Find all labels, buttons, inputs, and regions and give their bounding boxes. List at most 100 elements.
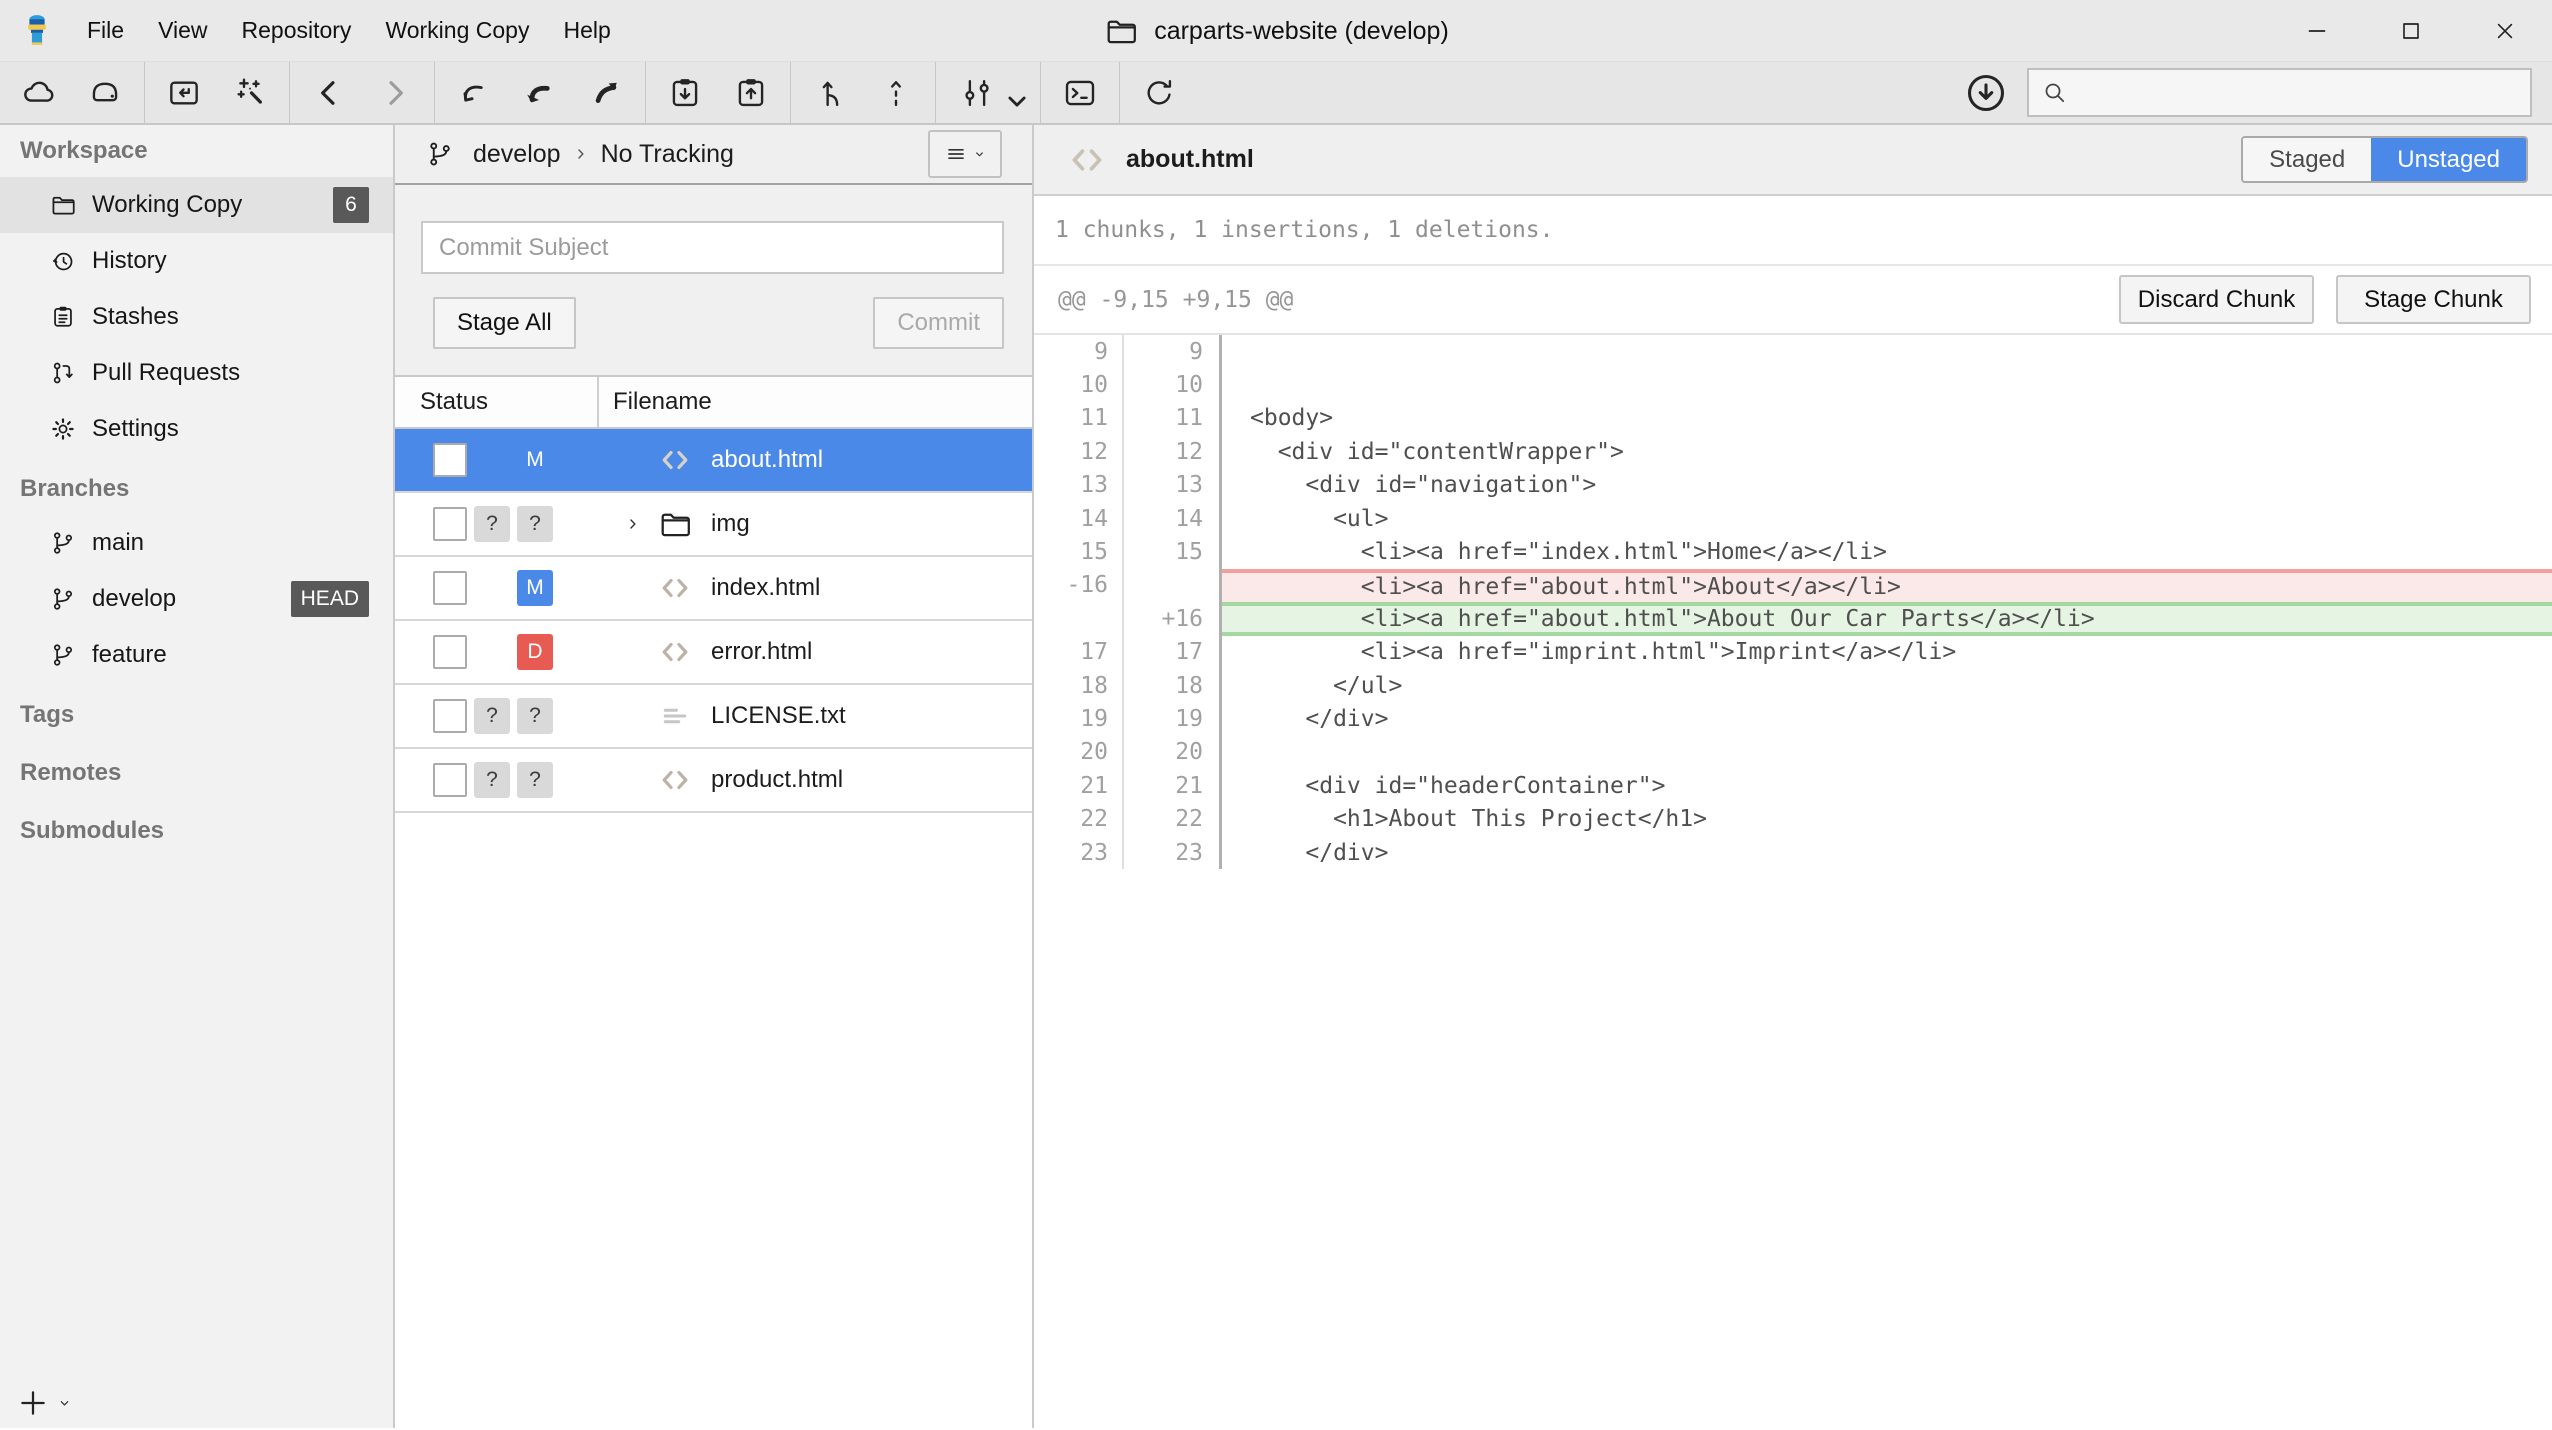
old-line-number [1034, 602, 1124, 635]
menu-file[interactable]: File [70, 0, 141, 62]
toolbar-group [1040, 62, 1119, 123]
expand-chevron-icon[interactable] [623, 514, 643, 534]
stage-checkbox[interactable] [433, 507, 467, 541]
merge-button[interactable] [797, 61, 863, 124]
sidebar-item-settings[interactable]: Settings [0, 401, 393, 457]
sidebar-section-remotes[interactable]: Remotes [0, 747, 393, 799]
stage-checkbox[interactable] [433, 571, 467, 605]
magic-wand-button[interactable] [217, 61, 283, 124]
diff-line: -16 <li><a href="about.html">About</a></… [1034, 569, 2552, 602]
branch-icon [49, 529, 77, 557]
folder-icon [657, 506, 693, 542]
stage-checkbox[interactable] [433, 763, 467, 797]
count-badge: 6 [333, 187, 369, 223]
sidebar-item-develop[interactable]: developHEAD [0, 571, 393, 627]
refresh-button[interactable] [1126, 61, 1192, 124]
stage-all-button[interactable]: Stage All [433, 297, 576, 349]
sidebar-item-feature[interactable]: feature [0, 627, 393, 683]
branch-select-button[interactable] [942, 61, 1034, 124]
download-button[interactable] [1963, 70, 2009, 116]
push-button[interactable] [573, 61, 639, 124]
forward-button[interactable] [362, 61, 428, 124]
sidebar-item-pull-requests[interactable]: Pull Requests [0, 345, 393, 401]
file-row-about-html[interactable]: Mabout.html [395, 429, 1032, 493]
pull-button[interactable] [507, 61, 573, 124]
menu-view[interactable]: View [141, 0, 224, 62]
sidebar-section-workspace[interactable]: Workspace [0, 125, 393, 177]
menu-repository[interactable]: Repository [225, 0, 369, 62]
file-row-img[interactable]: ??img [395, 493, 1032, 557]
status-badge-?: ? [517, 698, 553, 734]
discard-chunk-button[interactable]: Discard Chunk [2119, 275, 2314, 324]
filename-cell: index.html [599, 570, 1032, 606]
status-cell: M [395, 570, 599, 606]
sidebar-section-tags[interactable]: Tags [0, 689, 393, 741]
file-row-error-html[interactable]: Derror.html [395, 621, 1032, 685]
sidebar-section-branches[interactable]: Branches [0, 463, 393, 515]
sidebar-section-submodules[interactable]: Submodules [0, 805, 393, 857]
stage-checkbox[interactable] [433, 443, 467, 477]
close-button[interactable] [2458, 0, 2552, 62]
branch-icon [49, 641, 77, 669]
sidebar-item-working-copy[interactable]: Working Copy 6 [0, 177, 393, 233]
old-line-number: 18 [1034, 669, 1124, 702]
filename-label: index.html [711, 574, 820, 602]
sidebar-item-history[interactable]: History [0, 233, 393, 289]
current-branch: develop [473, 140, 561, 169]
cloud-button[interactable] [6, 61, 72, 124]
menu-working-copy[interactable]: Working Copy [368, 0, 546, 62]
file-row-license-txt[interactable]: ??LICENSE.txt [395, 685, 1032, 749]
open-repo-button[interactable] [151, 61, 217, 124]
old-line-number: 23 [1034, 836, 1124, 869]
new-line-number: 15 [1124, 535, 1222, 568]
drive-button[interactable] [72, 61, 138, 124]
file-row-product-html[interactable]: ??product.html [395, 749, 1032, 813]
new-line-number: 21 [1124, 769, 1222, 802]
search-input[interactable] [2077, 70, 2530, 115]
terminal-button[interactable] [1047, 61, 1113, 124]
file-row-index-html[interactable]: Mindex.html [395, 557, 1032, 621]
stage-checkbox[interactable] [433, 699, 467, 733]
stage-chunk-button[interactable]: Stage Chunk [2336, 275, 2531, 324]
tab-unstaged[interactable]: Unstaged [2371, 138, 2526, 181]
new-line-number: 11 [1124, 402, 1222, 435]
sidebar-item-label: History [92, 247, 167, 275]
chevron-right-icon [571, 144, 591, 164]
status-badge-?: ? [517, 762, 553, 798]
tracking-status: No Tracking [601, 140, 734, 169]
minimize-button[interactable] [2270, 0, 2364, 62]
sidebar-item-stashes[interactable]: Stashes [0, 289, 393, 345]
window-controls [2270, 0, 2552, 62]
fetch-button[interactable] [441, 61, 507, 124]
back-button[interactable] [296, 61, 362, 124]
old-line-number: 11 [1034, 402, 1124, 435]
maximize-button[interactable] [2364, 0, 2458, 62]
sidebar-item-main[interactable]: main [0, 515, 393, 571]
stash-save-button[interactable] [652, 61, 718, 124]
diff-line: 2020 [1034, 736, 2552, 769]
new-line-number: 19 [1124, 702, 1222, 735]
commit-menu-button[interactable] [928, 130, 1002, 178]
old-line-number: 13 [1034, 469, 1124, 502]
stage-checkbox[interactable] [433, 635, 467, 669]
status-badge-?: ? [474, 698, 510, 734]
plus-icon [16, 1386, 50, 1420]
stash-pop-button[interactable] [718, 61, 784, 124]
diff-code-context: <li><a href="index.html">Home</a></li> [1222, 535, 2552, 568]
diff-header: about.html StagedUnstaged [1034, 125, 2552, 196]
rebase-button[interactable] [863, 61, 929, 124]
diff-code-context: </div> [1222, 836, 2552, 869]
menu-help[interactable]: Help [546, 0, 627, 62]
history-icon [49, 247, 77, 275]
tab-staged[interactable]: Staged [2243, 138, 2371, 181]
sidebar-item-label: main [92, 529, 144, 557]
diff-code-context [1222, 368, 2552, 401]
diff-code-context: <div id="navigation"> [1222, 469, 2552, 502]
new-line-number [1124, 569, 1222, 602]
status-badge-M: M [517, 570, 553, 606]
sidebar-item-label: Working Copy [92, 191, 242, 219]
commit-subject-input[interactable] [421, 221, 1004, 274]
status-cell: M [395, 442, 599, 478]
add-repository-button[interactable] [16, 1386, 73, 1420]
commit-button[interactable]: Commit [873, 297, 1004, 349]
